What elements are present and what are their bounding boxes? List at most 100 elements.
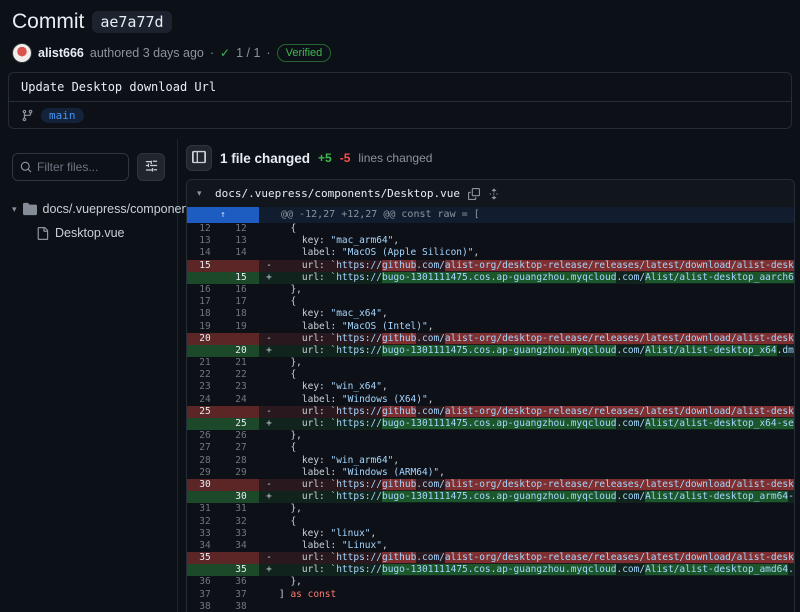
- old-line-number[interactable]: 23: [187, 381, 223, 393]
- diff-line: 20- url: `https://github.com/alist-org/d…: [187, 333, 794, 345]
- new-line-number[interactable]: [223, 406, 259, 418]
- old-line-number[interactable]: 32: [187, 516, 223, 528]
- new-line-number[interactable]: 19: [223, 321, 259, 333]
- verified-badge[interactable]: Verified: [277, 44, 332, 62]
- new-line-number[interactable]: 29: [223, 467, 259, 479]
- old-line-number[interactable]: 17: [187, 296, 223, 308]
- code-line: url: `https://github.com/alist-org/deskt…: [279, 260, 794, 272]
- old-line-number[interactable]: [187, 418, 223, 430]
- old-line-number[interactable]: [187, 345, 223, 357]
- old-line-number[interactable]: 34: [187, 540, 223, 552]
- new-line-number[interactable]: 23: [223, 381, 259, 393]
- author-name[interactable]: alist666: [38, 46, 84, 60]
- deletions-count: -5: [340, 151, 351, 165]
- unfold-file-icon[interactable]: [488, 188, 500, 200]
- old-line-number[interactable]: 14: [187, 247, 223, 259]
- tree-file-row[interactable]: Desktop.vue: [12, 221, 165, 245]
- old-line-number[interactable]: 13: [187, 235, 223, 247]
- tree-folder-row[interactable]: ▾ docs/.vuepress/components: [12, 197, 165, 221]
- new-line-number[interactable]: 36: [223, 576, 259, 588]
- diff-marker: [259, 223, 279, 235]
- old-line-number[interactable]: 25: [187, 406, 223, 418]
- diff-marker: [259, 381, 279, 393]
- diff-line: 1616 },: [187, 284, 794, 296]
- diff-marker: [259, 601, 279, 612]
- new-line-number[interactable]: 22: [223, 369, 259, 381]
- old-line-number[interactable]: 24: [187, 394, 223, 406]
- old-line-number[interactable]: 18: [187, 308, 223, 320]
- code-segment: Alist/alist-desktop_x64: [645, 345, 777, 356]
- code-segment: {: [279, 442, 296, 453]
- code-segment: .com/: [616, 418, 645, 429]
- copy-icon[interactable]: [468, 188, 480, 200]
- new-line-number[interactable]: [223, 333, 259, 345]
- old-line-number[interactable]: 31: [187, 503, 223, 515]
- new-line-number[interactable]: 15: [223, 272, 259, 284]
- new-line-number[interactable]: 13: [223, 235, 259, 247]
- code-segment: key:: [279, 308, 330, 319]
- old-line-number[interactable]: 33: [187, 528, 223, 540]
- new-line-number[interactable]: 25: [223, 418, 259, 430]
- file-path-link[interactable]: docs/.vuepress/components/Desktop.vue: [215, 187, 460, 200]
- chevron-down-icon: ▾: [12, 204, 17, 215]
- old-line-number[interactable]: 26: [187, 430, 223, 442]
- new-line-number[interactable]: 32: [223, 516, 259, 528]
- old-line-number[interactable]: 21: [187, 357, 223, 369]
- new-line-number[interactable]: [223, 552, 259, 564]
- new-line-number[interactable]: 37: [223, 589, 259, 601]
- new-line-number[interactable]: 33: [223, 528, 259, 540]
- new-line-number[interactable]: [223, 479, 259, 491]
- file-tree-sidebar: ▾ docs/.vuepress/components Desktop.vue: [0, 139, 178, 612]
- old-line-number[interactable]: [187, 491, 223, 503]
- old-line-number[interactable]: 19: [187, 321, 223, 333]
- old-line-number[interactable]: 37: [187, 589, 223, 601]
- new-line-number[interactable]: 12: [223, 223, 259, 235]
- new-line-number[interactable]: 26: [223, 430, 259, 442]
- old-line-number[interactable]: 38: [187, 601, 223, 612]
- old-line-number[interactable]: 22: [187, 369, 223, 381]
- new-line-number[interactable]: 31: [223, 503, 259, 515]
- new-line-number[interactable]: 35: [223, 564, 259, 576]
- new-line-number[interactable]: 28: [223, 455, 259, 467]
- branch-chip[interactable]: main: [41, 108, 84, 123]
- expand-up-button[interactable]: ↑: [187, 207, 259, 223]
- old-line-number[interactable]: 27: [187, 442, 223, 454]
- old-line-number[interactable]: 16: [187, 284, 223, 296]
- avatar[interactable]: [12, 43, 32, 63]
- code-segment: url:: [279, 491, 330, 502]
- new-line-number[interactable]: 27: [223, 442, 259, 454]
- diff-line: 3636 },: [187, 576, 794, 588]
- new-line-number[interactable]: 34: [223, 540, 259, 552]
- code-line: key: "win_x64",: [279, 381, 794, 393]
- new-line-number[interactable]: 17: [223, 296, 259, 308]
- chevron-down-icon[interactable]: ▾: [197, 188, 207, 199]
- code-segment: `https://: [330, 272, 381, 283]
- new-line-number[interactable]: [223, 260, 259, 272]
- collapse-sidebar-button[interactable]: [186, 145, 212, 171]
- old-line-number[interactable]: 36: [187, 576, 223, 588]
- old-line-number[interactable]: 29: [187, 467, 223, 479]
- old-line-number[interactable]: 12: [187, 223, 223, 235]
- new-line-number[interactable]: 20: [223, 345, 259, 357]
- old-line-number[interactable]: [187, 564, 223, 576]
- new-line-number[interactable]: 24: [223, 394, 259, 406]
- new-line-number[interactable]: 30: [223, 491, 259, 503]
- new-line-number[interactable]: 18: [223, 308, 259, 320]
- old-line-number[interactable]: 30: [187, 479, 223, 491]
- new-line-number[interactable]: 14: [223, 247, 259, 259]
- old-line-number[interactable]: 20: [187, 333, 223, 345]
- code-segment: "linux": [330, 528, 370, 539]
- new-line-number[interactable]: 38: [223, 601, 259, 612]
- old-line-number[interactable]: 28: [187, 455, 223, 467]
- old-line-number[interactable]: 15: [187, 260, 223, 272]
- code-segment: `https://: [330, 260, 381, 271]
- new-line-number[interactable]: 21: [223, 357, 259, 369]
- filter-options-button[interactable]: [137, 153, 165, 181]
- old-line-number[interactable]: [187, 272, 223, 284]
- code-segment: ,: [428, 394, 434, 405]
- old-line-number[interactable]: 35: [187, 552, 223, 564]
- code-segment: github: [382, 479, 416, 490]
- filter-files-input[interactable]: [37, 160, 117, 174]
- checks-count[interactable]: 1 / 1: [236, 46, 260, 60]
- new-line-number[interactable]: 16: [223, 284, 259, 296]
